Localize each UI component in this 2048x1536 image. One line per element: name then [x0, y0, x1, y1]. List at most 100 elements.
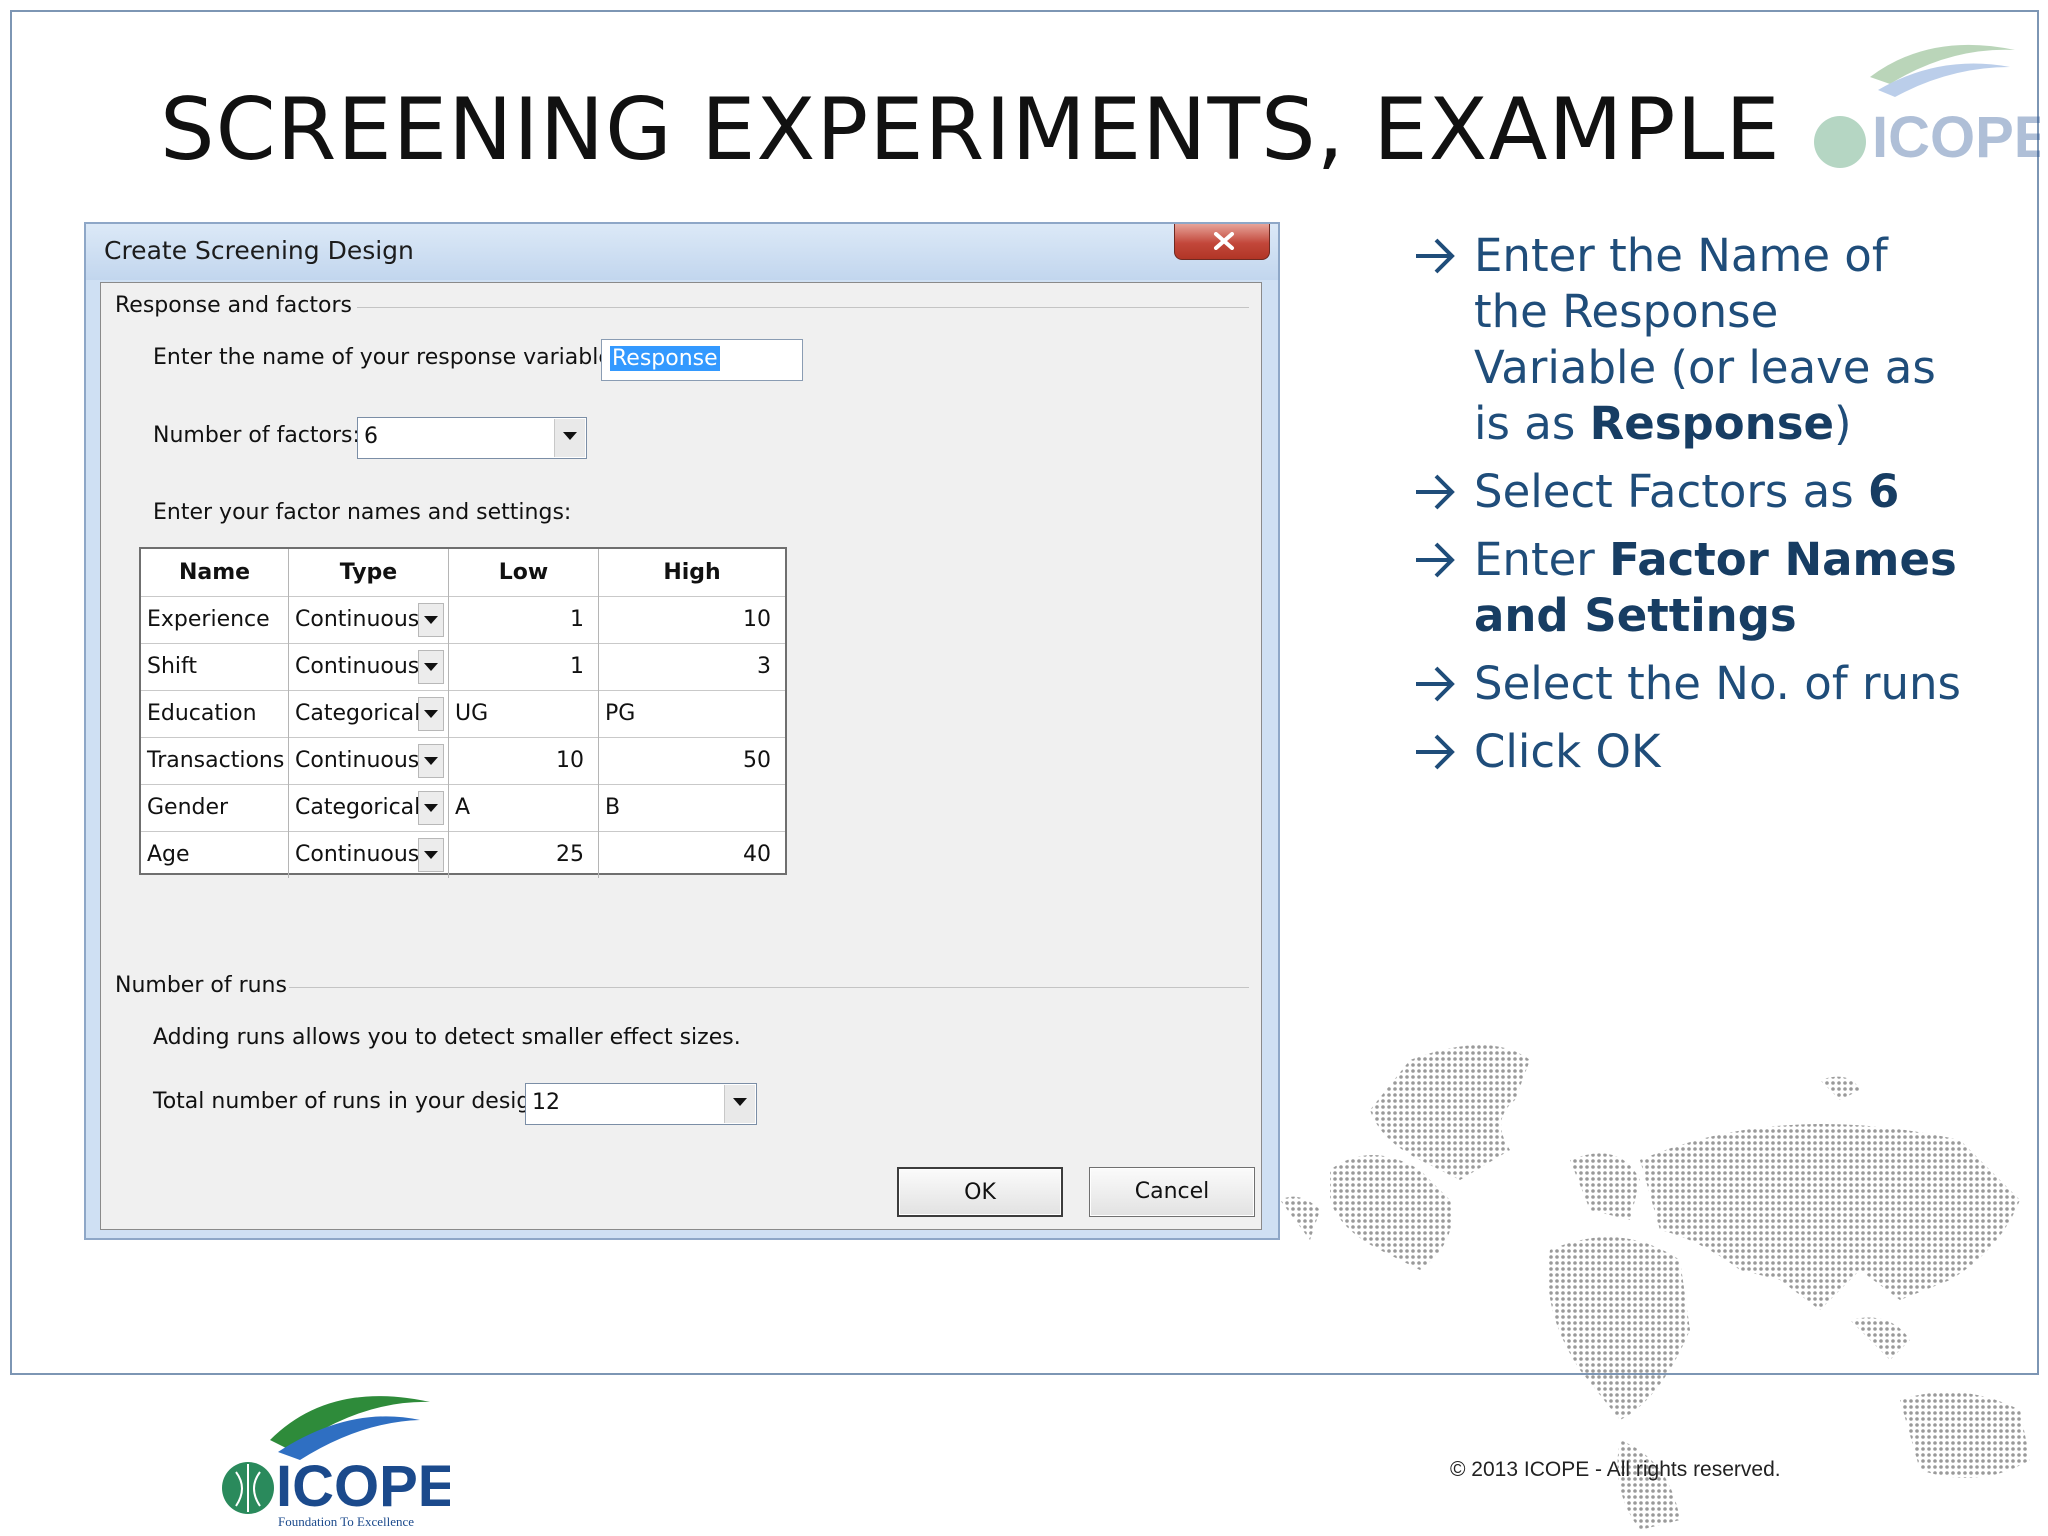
- chevron-down-icon: [424, 663, 438, 671]
- instruction-text: Enter: [1474, 533, 1610, 586]
- type-dropdown-button[interactable]: [418, 650, 444, 684]
- group-divider: [289, 987, 1249, 988]
- factor-type-value: Continuous: [295, 654, 420, 679]
- instruction-bold: 6: [1867, 465, 1900, 518]
- header-high: High: [663, 560, 721, 585]
- factor-low-cell[interactable]: 1: [449, 596, 599, 643]
- header-low: Low: [449, 549, 599, 596]
- response-label: Enter the name of your response variable…: [153, 345, 620, 370]
- factor-row: Transactions Continuous 10 50: [141, 737, 785, 785]
- factor-high-cell[interactable]: B: [599, 784, 785, 831]
- factor-low-cell[interactable]: 1: [449, 643, 599, 690]
- factor-name-cell[interactable]: Shift: [141, 643, 289, 690]
- factor-type-cell[interactable]: Continuous: [289, 643, 449, 690]
- icope-logo-faded: ICOPE: [1814, 44, 2040, 170]
- factor-type-value: Continuous: [295, 607, 420, 632]
- factor-row: Education Categorical UG PG: [141, 690, 785, 738]
- factor-type-cell[interactable]: Categorical: [289, 784, 449, 831]
- factor-high-cell[interactable]: PG: [599, 690, 785, 737]
- grid-header-row: Name Type Low High: [141, 549, 785, 597]
- close-button[interactable]: [1174, 224, 1270, 260]
- instruction-item: Enter the Name of the Response Variable …: [1412, 228, 1972, 452]
- factor-row: Shift Continuous 1 3: [141, 643, 785, 691]
- runs-dropdown-button[interactable]: [724, 1085, 755, 1123]
- type-dropdown-button[interactable]: [418, 603, 444, 637]
- instruction-text: ): [1834, 397, 1852, 450]
- type-dropdown-button[interactable]: [418, 744, 444, 778]
- runs-group-label: Number of runs: [115, 973, 287, 998]
- chevron-down-icon: [424, 616, 438, 624]
- factor-name-cell[interactable]: Experience: [141, 596, 289, 643]
- instruction-item: Enter Factor Names and Settings: [1412, 532, 1972, 644]
- right-arrow-icon: [1416, 542, 1455, 578]
- factors-dropdown-button[interactable]: [554, 419, 585, 457]
- factor-high-cell[interactable]: 10: [599, 596, 785, 643]
- instruction-text: Select the No. of runs: [1474, 657, 1961, 710]
- factor-name-cell[interactable]: Transactions: [141, 737, 289, 784]
- factor-type-value: Categorical: [295, 701, 421, 726]
- factor-type-value: Continuous: [295, 748, 420, 773]
- factor-low-cell[interactable]: 25: [449, 831, 599, 878]
- ok-button[interactable]: OK: [897, 1167, 1063, 1217]
- factor-grid: Name Type Low High Experience Continuous…: [139, 547, 787, 878]
- chevron-down-icon: [563, 432, 577, 440]
- svg-text:ICOPE: ICOPE: [276, 1454, 450, 1519]
- factor-name-cell[interactable]: Age: [141, 831, 289, 878]
- factors-label: Number of factors:: [153, 423, 360, 448]
- factor-low-cell[interactable]: 10: [449, 737, 599, 784]
- instruction-item: Select Factors as 6: [1412, 464, 1972, 520]
- factor-type-cell[interactable]: Continuous: [289, 831, 449, 878]
- factor-name-cell[interactable]: Education: [141, 690, 289, 737]
- instruction-text: Click OK: [1474, 725, 1661, 778]
- runs-note: Adding runs allows you to detect smaller…: [153, 1025, 741, 1050]
- create-screening-design-dialog: Create Screening Design Response and fac…: [84, 222, 1280, 1240]
- factor-type-value: Continuous: [295, 842, 420, 867]
- factor-low-cell[interactable]: A: [449, 784, 599, 831]
- icope-logo: ICOPE Foundation To Excellence: [222, 1396, 450, 1529]
- group-divider: [357, 307, 1249, 308]
- factor-row: Gender Categorical A B: [141, 784, 785, 832]
- svg-text:Foundation To Excellence: Foundation To Excellence: [278, 1514, 414, 1529]
- factor-name-cell[interactable]: Gender: [141, 784, 289, 831]
- dialog-title: Create Screening Design: [104, 236, 414, 265]
- chevron-down-icon: [424, 757, 438, 765]
- factor-low-cell[interactable]: UG: [449, 690, 599, 737]
- type-dropdown-button[interactable]: [418, 838, 444, 872]
- svg-text:ICOPE: ICOPE: [1872, 105, 2040, 170]
- chevron-down-icon: [424, 804, 438, 812]
- header-type: Type: [289, 549, 449, 596]
- factor-type-cell[interactable]: Continuous: [289, 737, 449, 784]
- factor-high-cell[interactable]: 3: [599, 643, 785, 690]
- response-factors-group-label: Response and factors: [115, 293, 352, 318]
- right-arrow-icon: [1416, 474, 1455, 510]
- number-of-factors-select[interactable]: 6: [357, 417, 587, 459]
- factor-type-cell[interactable]: Categorical: [289, 690, 449, 737]
- factors-value: 6: [364, 424, 378, 449]
- instruction-item: Click OK: [1412, 724, 1972, 780]
- type-dropdown-button[interactable]: [418, 697, 444, 731]
- header-name: Name: [141, 549, 289, 596]
- copyright-text: © 2013 ICOPE - All rights reserved.: [1450, 1458, 1781, 1481]
- factor-high-cell[interactable]: 40: [599, 831, 785, 878]
- factor-type-value: Categorical: [295, 795, 421, 820]
- instruction-text: Select Factors as: [1474, 465, 1868, 518]
- factor-high-cell[interactable]: 50: [599, 737, 785, 784]
- close-icon: [1214, 232, 1234, 250]
- number-of-runs-select[interactable]: 12: [525, 1083, 757, 1125]
- right-arrow-icon: [1416, 238, 1455, 274]
- instruction-list: Enter the Name of the Response Variable …: [1412, 228, 1972, 792]
- type-dropdown-button[interactable]: [418, 791, 444, 825]
- factor-type-cell[interactable]: Continuous: [289, 596, 449, 643]
- right-arrow-icon: [1416, 666, 1455, 702]
- dialog-titlebar[interactable]: Create Screening Design: [86, 224, 1278, 280]
- runs-value: 12: [532, 1090, 560, 1115]
- slide-title: SCREENING EXPERIMENTS, EXAMPLE: [160, 80, 1781, 180]
- cancel-button[interactable]: Cancel: [1089, 1167, 1255, 1217]
- runs-label: Total number of runs in your design:: [153, 1089, 552, 1114]
- factor-row: Experience Continuous 1 10: [141, 596, 785, 644]
- chevron-down-icon: [424, 851, 438, 859]
- instruction-bold: Response: [1589, 397, 1835, 450]
- response-input[interactable]: Response: [601, 339, 803, 381]
- factor-row: Age Continuous 25 40: [141, 831, 785, 878]
- chevron-down-icon: [733, 1098, 747, 1106]
